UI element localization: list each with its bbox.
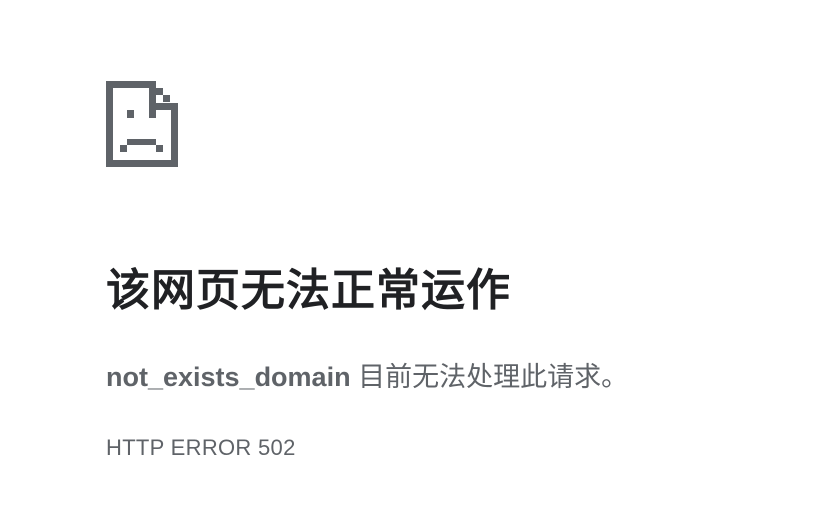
sad-page-icon	[106, 81, 178, 167]
error-code: HTTP ERROR 502	[106, 435, 296, 460]
error-message-text: 目前无法处理此请求。	[350, 362, 629, 392]
domain-name: not_exists_domain	[106, 362, 351, 392]
page-title: 该网页无法正常运作	[106, 266, 511, 315]
error-message: not_exists_domain 目前无法处理此请求。	[106, 357, 628, 397]
